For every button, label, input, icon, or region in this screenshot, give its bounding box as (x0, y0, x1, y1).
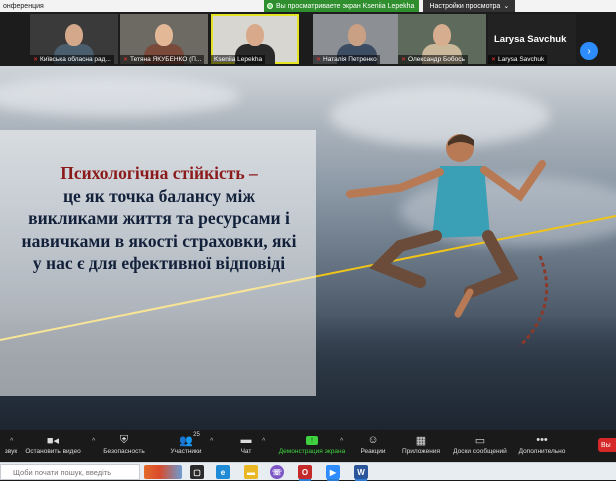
taskbar-search-input[interactable] (1, 467, 137, 477)
participants-count: 25 (193, 432, 200, 438)
share-screen-button[interactable]: ↑ Демонстрация экрана (276, 432, 348, 460)
participant-name: Київська обласна рад... (40, 56, 111, 63)
slide-heading: Психологічна стійкість – (60, 163, 258, 183)
shared-screen: Психологічна стійкість – це як точка бал… (0, 66, 616, 430)
meeting-toolbar: ^ звук ■◂ Остановить видео ^ ⛨ Безопасно… (0, 430, 616, 462)
video-options-caret[interactable]: ^ (92, 438, 95, 445)
audio-label: звук (4, 448, 18, 455)
smiley-plus-icon: ☺ (367, 434, 379, 446)
participant-tile[interactable]: ✕ Олександр Бобось (398, 14, 486, 64)
participants-button[interactable]: 👥 25 Участники (166, 432, 206, 460)
reactions-label: Реакции (360, 448, 386, 455)
next-page-button[interactable]: › (580, 42, 598, 60)
share-screen-label: Демонстрация экрана (278, 448, 346, 455)
window-title: онференция (3, 2, 44, 10)
more-dots-icon: ••• (536, 434, 548, 446)
security-button[interactable]: ⛨ Безопасность (103, 432, 145, 460)
mic-muted-icon: ✕ (491, 57, 497, 63)
share-caret[interactable]: ^ (340, 438, 343, 445)
participants-caret[interactable]: ^ (210, 438, 213, 445)
task-view-icon[interactable]: ▢ (190, 465, 204, 479)
whiteboards-button[interactable]: ▭ Доски сообщений (450, 432, 510, 460)
apps-icon: ▦ (415, 434, 427, 447)
view-options-label: Настройки просмотра (429, 2, 501, 10)
participant-strip: ✕ Київська обласна рад... ✕ Тетяна ЯКУБЕНК… (0, 12, 616, 66)
news-widget-icon[interactable] (144, 465, 182, 479)
share-status-icon (267, 3, 273, 9)
more-button[interactable]: ••• Дополнительно (516, 432, 568, 460)
participant-tile[interactable]: ✕ Тетяна ЯКУБЕНКО (П... (120, 14, 208, 64)
slide-line: навичками в якості страховки, які (21, 230, 297, 251)
slide-quote: Психологічна стійкість – це як точка бал… (8, 162, 310, 275)
windows-taskbar: ▢ e ▬ ☏ O ▶ W (0, 462, 616, 481)
people-icon: 👥 25 (179, 432, 200, 447)
mic-muted-icon: ✕ (401, 57, 407, 63)
participant-tile[interactable]: ✕ Наталія Петренко (313, 14, 401, 64)
opera-browser-icon[interactable]: O (298, 465, 312, 479)
participant-tile-active[interactable]: Kseniia Lepekha (211, 14, 299, 64)
chevron-right-icon: › (587, 45, 591, 57)
chevron-down-icon: ⌄ (503, 3, 510, 10)
slide-line: викликами життя та ресурсами і (28, 208, 290, 228)
participant-name: Larysa Savchuk (498, 56, 545, 63)
slide-line: у нас є для ефективної відповіді (32, 253, 286, 273)
whiteboards-label: Доски сообщений (453, 448, 507, 455)
participant-video (155, 24, 173, 46)
end-meeting-button[interactable]: Вы (598, 438, 616, 452)
edge-browser-icon[interactable]: e (216, 465, 230, 479)
participant-tile[interactable]: Larysa Savchuk ✕ Larysa Savchuk (488, 14, 576, 64)
stop-video-button[interactable]: ■◂ Остановить видео (25, 432, 81, 460)
slide-line: це як точка балансу між (62, 185, 256, 206)
participant-video (246, 24, 264, 46)
participant-name: Kseniia Lepekha (214, 56, 263, 63)
chat-button[interactable]: ▬ Чат (236, 432, 256, 460)
participant-name: Наталія Петренко (323, 56, 377, 63)
participant-video (433, 24, 451, 46)
more-label: Дополнительно (518, 448, 566, 455)
share-banner: Вы просматриваете экран Kseniia Lepekha … (264, 0, 516, 12)
apps-button[interactable]: ▦ Приложения (398, 432, 444, 460)
participant-name: Олександр Бобось (408, 56, 465, 63)
apps-label: Приложения (401, 448, 441, 455)
mic-muted-icon: ✕ (33, 57, 39, 63)
security-label: Безопасность (103, 448, 145, 455)
viewing-screen-pill: Вы просматриваете экран Kseniia Lepekha (264, 0, 420, 12)
file-explorer-icon[interactable]: ▬ (244, 465, 258, 479)
view-options-button[interactable]: Настройки просмотра ⌄ (423, 0, 516, 12)
reactions-button[interactable]: ☺ Реакции (358, 432, 388, 460)
mic-muted-icon: ✕ (316, 57, 322, 63)
chat-label: Чат (240, 448, 252, 455)
participant-name: Тетяна ЯКУБЕНКО (П... (130, 56, 202, 63)
video-camera-icon: ■◂ (46, 434, 60, 447)
participant-display-name: Larysa Savchuk (494, 34, 567, 45)
word-app-icon[interactable]: W (354, 465, 368, 479)
share-screen-icon: ↑ (306, 435, 318, 445)
participant-tile[interactable]: ✕ Київська обласна рад... (30, 14, 118, 64)
mic-muted-icon: ✕ (123, 57, 129, 63)
stop-video-label: Остановить видео (25, 448, 81, 455)
viewing-screen-text: Вы просматриваете экран Kseniia Lepekha (276, 2, 415, 10)
whiteboard-icon: ▭ (474, 434, 486, 447)
zoom-app-icon[interactable]: ▶ (326, 465, 340, 479)
participants-label: Участники (170, 448, 202, 455)
audio-button[interactable]: звук (0, 432, 22, 460)
participant-video (65, 24, 83, 46)
slackliner-figure (346, 134, 549, 348)
chat-caret[interactable]: ^ (262, 438, 265, 445)
taskbar-search[interactable] (0, 464, 140, 480)
participant-video (348, 24, 366, 46)
shield-icon: ⛨ (119, 433, 129, 446)
viber-icon[interactable]: ☏ (270, 465, 284, 479)
end-meeting-label: Вы (601, 441, 611, 449)
chat-icon: ▬ (240, 434, 252, 446)
